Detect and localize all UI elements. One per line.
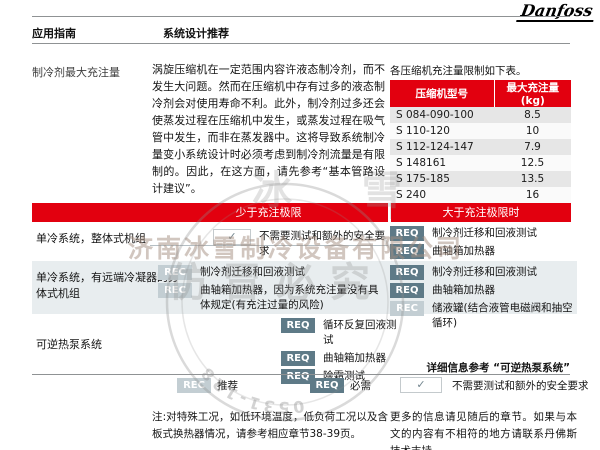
header-bottom-rule: [32, 43, 570, 44]
charge-cell: 16: [494, 187, 571, 203]
topic-paragraph: 涡旋压缩机在一定范围内容许液态制冷剂，而不发生大问题。然而在压缩机中存有过多的液…: [152, 61, 385, 197]
req-legend-text: 必需: [350, 378, 371, 394]
req-badge: REQ: [310, 378, 344, 393]
requirement-item: REC 曲轴箱加热器，因为系统充注量没有具体规定(有充注过量的风险): [158, 283, 386, 313]
page-title: 系统设计推荐: [163, 25, 229, 41]
topic-heading: 制冷剂最大充注量: [32, 64, 120, 80]
requirement-text: 曲轴箱加热器: [432, 283, 495, 298]
charge-table-caption: 各压缩机充注量限制如下表。: [390, 63, 527, 78]
table-row: S 084-090-1008.5: [390, 107, 571, 123]
requirement-text: 不需要测试和额外的安全要求: [259, 229, 388, 259]
requirement-text: 制冷剂迁移和回液测试: [432, 265, 537, 280]
row1-above-list: REQ 制冷剂迁移和回液测试 REQ 曲轴箱加热器: [390, 226, 575, 262]
rec-badge: REC: [158, 265, 192, 280]
charge-cell: 10: [494, 123, 571, 139]
model-cell: S 240: [390, 187, 494, 203]
req-badge: REQ: [390, 283, 424, 298]
model-cell: S 112-124-147: [390, 139, 494, 155]
charge-cell: 7.9: [494, 139, 571, 155]
row-divider: [150, 245, 388, 246]
row2-above-list: REQ 制冷剂迁移和回液测试 REQ 曲轴箱加热器 REC 储液罐(结合液管电磁…: [390, 265, 578, 334]
check-icon: ✓: [213, 229, 251, 245]
see-details-note: 详细信息参考 “可逆热泵系统”: [427, 360, 570, 375]
document-page: 冰 雪 济南冰雪制冷设备有限公司 仿冒必究 0531-128 Danfoss 应…: [0, 0, 600, 450]
section-bar-label: 少于充注极限: [150, 203, 387, 222]
rec-badge: REC: [390, 301, 424, 316]
requirement-item: REQ 制冷剂迁移和回液测试: [390, 265, 578, 280]
section-bar-below-limit: 少于充注极限: [32, 203, 388, 222]
table-row: S 112-124-1477.9: [390, 139, 571, 155]
row2-below-list: REC 制冷剂迁移和回液测试 REC 曲轴箱加热器，因为系统充注量没有具体规定(…: [158, 265, 386, 316]
table-header-row: 压缩机型号 最大充注量(kg): [390, 80, 571, 107]
table-row: S 14816112.5: [390, 155, 571, 171]
charge-cell: 8.5: [494, 107, 571, 123]
requirement-text: 储液罐(结合液管电磁阀和抽空循环): [432, 301, 578, 331]
rec-legend-text: 推荐: [217, 378, 238, 394]
system-row-label: 可逆热泵系统: [36, 337, 102, 353]
requirement-text: 曲轴箱加热器: [432, 244, 495, 259]
requirement-item: REC 制冷剂迁移和回液测试: [158, 265, 386, 280]
charge-cell: 13.5: [494, 171, 571, 187]
column-header-charge: 最大充注量(kg): [494, 80, 571, 107]
req-badge: REQ: [390, 265, 424, 280]
danfoss-logo: Danfoss: [516, 1, 597, 22]
model-cell: S 175-185: [390, 171, 494, 187]
table-row: S 24016: [390, 187, 571, 203]
req-badge: REQ: [390, 244, 424, 259]
requirement-text: 曲轴箱加热器，因为系统充注量没有具体规定(有充注过量的风险): [200, 283, 386, 313]
requirement-text: 曲轴箱加热器: [323, 351, 386, 366]
section-bar-above-limit: 大于充注极限时: [391, 203, 571, 222]
doc-type-label: 应用指南: [32, 25, 76, 41]
rec-badge: REC: [158, 283, 192, 298]
table-row: S 110-12010: [390, 123, 571, 139]
footnote-left: 注:对特殊工况，如低环境温度，低负荷工况以及含板式换热器情况，请参考相应章节38…: [152, 409, 388, 443]
req-badge: REQ: [390, 226, 424, 241]
req-badge: REQ: [281, 351, 315, 366]
charge-cell: 12.5: [494, 155, 571, 171]
requirement-item: REQ 曲轴箱加热器: [390, 244, 575, 259]
requirement-text: 制冷剂迁移和回液测试: [432, 226, 537, 241]
system-row-label: 单冷系统，整体式机组: [36, 231, 146, 247]
requirement-item: REQ 循环反复回液测试: [281, 318, 401, 348]
legend-divider: [32, 374, 570, 375]
requirement-text: 循环反复回液测试: [323, 318, 401, 348]
model-cell: S 110-120: [390, 123, 494, 139]
req-badge: REQ: [281, 318, 315, 333]
model-cell: S 084-090-100: [390, 107, 494, 123]
rec-badge: REC: [177, 378, 211, 393]
requirement-item: REQ 制冷剂迁移和回液测试: [390, 226, 575, 241]
requirement-item: REQ 曲轴箱加热器: [390, 283, 578, 298]
requirement-text: 制冷剂迁移和回液测试: [200, 265, 305, 280]
column-header-model: 压缩机型号: [390, 80, 494, 107]
check-legend-text: 不需要测试和额外的安全要求: [452, 378, 589, 394]
table-row: S 175-18513.5: [390, 171, 571, 187]
row3-below-list: REQ 循环反复回液测试 REQ 曲轴箱加热器 REQ 除霜测试: [281, 318, 401, 387]
requirement-item: ✓ 不需要测试和额外的安全要求: [213, 229, 388, 259]
charge-limit-table: 压缩机型号 最大充注量(kg) S 084-090-1008.5 S 110-1…: [390, 80, 571, 219]
requirement-item: REQ 曲轴箱加热器: [281, 351, 401, 366]
check-icon: ✓: [400, 377, 442, 393]
footnote-right: 更多的信息请见随后的章节。如果与本文的内容有不相符的地方请联系丹佛斯技术支持。: [390, 409, 577, 450]
header-top-rule: [32, 16, 570, 17]
requirement-item: REC 储液罐(结合液管电磁阀和抽空循环): [390, 301, 578, 331]
model-cell: S 148161: [390, 155, 494, 171]
